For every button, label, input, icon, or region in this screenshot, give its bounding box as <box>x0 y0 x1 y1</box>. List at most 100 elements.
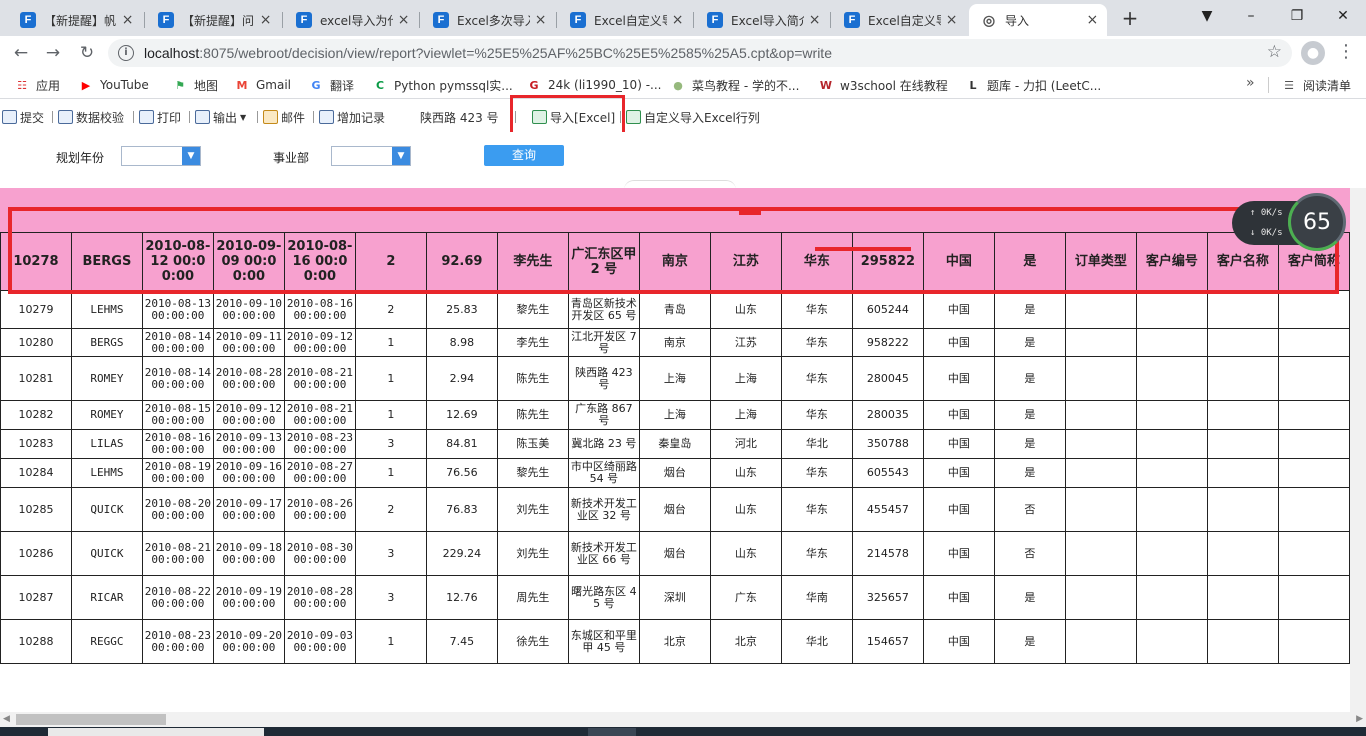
site-info-icon[interactable]: i <box>118 45 134 61</box>
close-tab-icon[interactable]: × <box>808 12 821 28</box>
table-cell[interactable]: 2010-09-10 00:00:00 <box>212 290 285 329</box>
network-speed-widget[interactable]: ↑ 0K/s ↓ 0K/s 65 <box>1232 193 1346 251</box>
scroll-right-icon[interactable]: ▶ <box>1356 714 1363 724</box>
table-cell[interactable]: 陈先生 <box>496 356 569 401</box>
table-cell[interactable]: 华东 <box>780 290 853 329</box>
bookmark-item[interactable]: ▶ YouTube <box>78 76 149 94</box>
table-cell[interactable]: 455457 <box>851 487 924 532</box>
close-window-icon[interactable]: ✕ <box>1328 4 1358 28</box>
close-tab-icon[interactable]: × <box>534 12 547 28</box>
table-cell[interactable]: QUICK <box>70 531 143 576</box>
table-cell[interactable]: QUICK <box>70 487 143 532</box>
table-cell[interactable] <box>1064 400 1137 430</box>
table-cell[interactable]: 280035 <box>851 400 924 430</box>
table-cell[interactable]: 10283 <box>0 429 72 459</box>
table-cell[interactable]: 2010-08-16 00:00:00 <box>141 429 214 459</box>
table-cell[interactable]: 2010-08-30 00:00:00 <box>283 531 356 576</box>
table-cell[interactable]: 2010-09-16 00:00:00 <box>212 458 285 488</box>
table-cell[interactable]: 1 <box>354 619 427 664</box>
table-cell[interactable]: 2010-08-23 00:00:00 <box>283 429 356 459</box>
table-cell[interactable]: 中国 <box>922 531 995 576</box>
maximize-icon[interactable]: ❐ <box>1282 4 1312 28</box>
table-cell[interactable]: 青岛区新技术开发区 65 号 <box>567 290 640 329</box>
table-cell[interactable]: 山东 <box>709 290 782 329</box>
query-button[interactable]: 查询 <box>484 145 564 166</box>
table-cell[interactable]: 12.76 <box>425 575 498 620</box>
table-cell[interactable]: ROMEY <box>70 356 143 401</box>
table-cell[interactable]: 280045 <box>851 356 924 401</box>
table-cell[interactable]: 2010-09-03 00:00:00 <box>283 619 356 664</box>
table-cell[interactable]: 10280 <box>0 328 72 357</box>
table-cell[interactable]: 10285 <box>0 487 72 532</box>
table-cell[interactable]: 否 <box>993 487 1066 532</box>
table-cell[interactable]: 1 <box>354 328 427 357</box>
table-cell[interactable]: 是 <box>993 458 1066 488</box>
more-bookmarks-icon[interactable]: » <box>1246 75 1255 91</box>
table-cell[interactable] <box>1135 575 1208 620</box>
close-tab-icon[interactable]: × <box>259 12 272 28</box>
browser-tab[interactable]: Fexcel导入为代 × <box>284 4 418 36</box>
table-cell[interactable]: 154657 <box>851 619 924 664</box>
table-cell[interactable] <box>1135 328 1208 357</box>
table-cell[interactable] <box>1206 458 1279 488</box>
table-cell[interactable]: 1 <box>354 400 427 430</box>
bookmark-item[interactable]: G 翻译 <box>308 76 354 94</box>
table-cell[interactable]: 2010-08-28 00:00:00 <box>212 356 285 401</box>
bookmark-item[interactable]: G 24k (li1990_10) -... <box>526 76 661 94</box>
table-cell[interactable] <box>1277 400 1350 430</box>
reload-icon[interactable]: ↻ <box>74 40 100 66</box>
table-cell[interactable]: 350788 <box>851 429 924 459</box>
table-cell[interactable]: 江北开发区 7 号 <box>567 328 640 357</box>
table-cell[interactable]: 上海 <box>638 400 711 430</box>
table-cell[interactable]: 深圳 <box>638 575 711 620</box>
table-cell[interactable]: 否 <box>993 531 1066 576</box>
chevron-down-icon[interactable]: ▼ <box>392 147 410 165</box>
table-cell[interactable] <box>1135 429 1208 459</box>
table-cell[interactable]: 76.83 <box>425 487 498 532</box>
table-cell[interactable]: 10282 <box>0 400 72 430</box>
table-cell[interactable] <box>1277 458 1350 488</box>
add-record-button[interactable]: 增加记录 <box>319 108 385 126</box>
table-cell[interactable]: 青岛 <box>638 290 711 329</box>
table-cell[interactable] <box>1064 290 1137 329</box>
new-tab-button[interactable]: + <box>1118 6 1142 30</box>
tab-search-icon[interactable]: ▼ <box>1192 4 1222 28</box>
table-cell[interactable]: 12.69 <box>425 400 498 430</box>
table-cell[interactable]: 中国 <box>922 356 995 401</box>
horizontal-scrollbar[interactable]: ◀ ▶ <box>0 712 1366 727</box>
table-cell[interactable]: 是 <box>993 619 1066 664</box>
table-cell[interactable]: 黎先生 <box>496 290 569 329</box>
table-cell[interactable] <box>1064 531 1137 576</box>
table-cell[interactable] <box>1206 356 1279 401</box>
close-tab-icon[interactable]: × <box>1086 12 1099 28</box>
table-cell[interactable]: 10281 <box>0 356 72 401</box>
table-cell[interactable]: 是 <box>993 429 1066 459</box>
table-cell[interactable]: 北京 <box>638 619 711 664</box>
table-cell[interactable]: 10284 <box>0 458 72 488</box>
table-cell[interactable]: RICAR <box>70 575 143 620</box>
table-cell[interactable]: 江苏 <box>709 328 782 357</box>
table-cell[interactable]: 河北 <box>709 429 782 459</box>
table-cell[interactable]: 214578 <box>851 531 924 576</box>
close-tab-icon[interactable]: × <box>671 12 684 28</box>
table-cell[interactable]: 市中区绮丽路 54 号 <box>567 458 640 488</box>
table-cell[interactable]: 2010-09-18 00:00:00 <box>212 531 285 576</box>
table-cell[interactable]: 中国 <box>922 458 995 488</box>
table-cell[interactable]: 84.81 <box>425 429 498 459</box>
table-cell[interactable]: 2010-09-13 00:00:00 <box>212 429 285 459</box>
custom-import-button[interactable]: 自定义导入Excel行列 <box>626 108 760 126</box>
address-bar[interactable]: i localhost:8075/webroot/decision/view/r… <box>108 39 1292 67</box>
minimize-icon[interactable]: – <box>1236 4 1266 28</box>
table-cell[interactable]: 3 <box>354 429 427 459</box>
table-cell[interactable] <box>1206 290 1279 329</box>
table-cell[interactable]: 958222 <box>851 328 924 357</box>
table-cell[interactable] <box>1277 328 1350 357</box>
table-cell[interactable]: 2010-08-22 00:00:00 <box>141 575 214 620</box>
table-cell[interactable]: 2.94 <box>425 356 498 401</box>
table-cell[interactable]: 是 <box>993 328 1066 357</box>
address-url[interactable]: localhost:8075/webroot/decision/view/rep… <box>144 45 832 61</box>
mail-button[interactable]: 邮件 <box>263 108 305 126</box>
table-cell[interactable]: 是 <box>993 400 1066 430</box>
chevron-down-icon[interactable]: ▼ <box>182 147 200 165</box>
table-cell[interactable]: 华东 <box>780 458 853 488</box>
